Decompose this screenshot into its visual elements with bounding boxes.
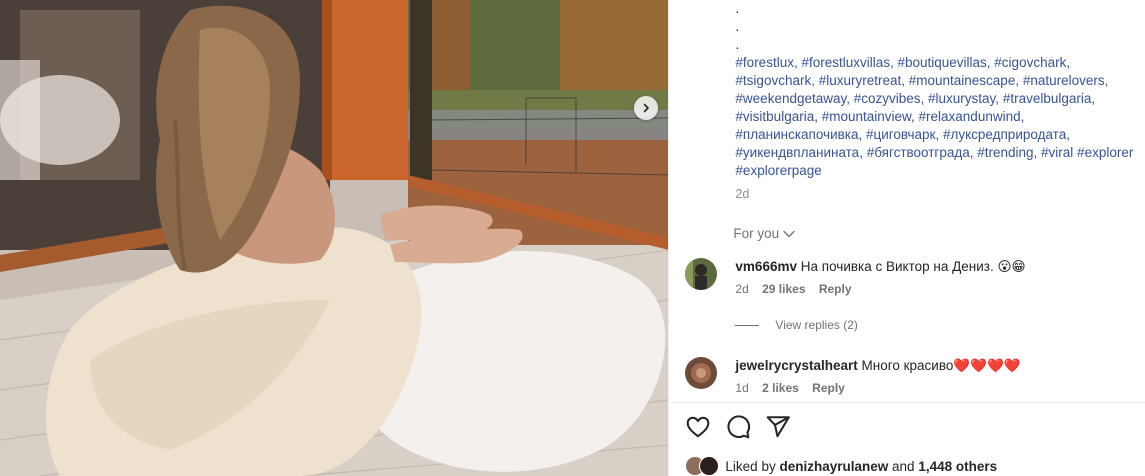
comment-body: jewelrycrystalheart Много красиво❤️❤️❤️❤…: [735, 357, 1020, 375]
comment-username[interactable]: vm666mv: [735, 259, 797, 274]
avatar: [699, 456, 720, 476]
for-you-label: For you: [733, 226, 780, 241]
liked-by-username[interactable]: denizhayrulanew: [779, 459, 888, 474]
hashtag-line[interactable]: #уикендвпланината, #бягствоотграда, #tre…: [735, 144, 1145, 162]
replies-divider: [735, 324, 760, 326]
liker-avatars: [685, 456, 721, 476]
comment-icon[interactable]: [725, 414, 751, 440]
post-details-panel: . . . #forestlux, #forestluxvillas, #bou…: [668, 0, 1145, 476]
comment-username[interactable]: jewelrycrystalheart: [735, 358, 857, 373]
hashtag-line[interactable]: #forestlux, #forestluxvillas, #boutiquev…: [735, 54, 1145, 72]
chevron-right-icon: [643, 103, 649, 113]
hashtag-line[interactable]: #tsigovchark, #luxuryretreat, #mountaine…: [735, 72, 1145, 90]
comment-text: На почивка с Виктор на Дениз. 😮😁: [800, 259, 1026, 274]
comment-time: 2d: [735, 282, 749, 296]
liked-by-summary: Liked by denizhayrulanew and 1,448 other…: [685, 456, 997, 476]
share-icon[interactable]: [765, 414, 791, 440]
post-caption: . . . #forestlux, #forestluxvillas, #bou…: [735, 0, 1145, 180]
comment-meta: 1d 2 likes Reply: [735, 381, 854, 395]
caption-dot: .: [735, 37, 740, 52]
hashtag-line[interactable]: #планинскапочивка, #циговчарк, #луксредп…: [735, 126, 1145, 144]
hashtag-list: #forestlux, #forestluxvillas, #boutiquev…: [735, 54, 1145, 180]
view-replies-label: View replies (2): [775, 318, 858, 332]
heart-icon[interactable]: [685, 414, 711, 440]
liked-by-label: Liked by: [725, 458, 776, 474]
next-photo-button[interactable]: [634, 96, 658, 120]
reply-button[interactable]: Reply: [812, 381, 845, 395]
caption-dot: .: [735, 19, 740, 34]
hashtag-line[interactable]: #visitbulgaria, #mountainview, #relaxand…: [735, 108, 1145, 126]
for-you-sort-dropdown[interactable]: For you: [733, 226, 795, 241]
comment-likes[interactable]: 2 likes: [762, 381, 799, 395]
chevron-down-icon: [783, 230, 795, 237]
instagram-post-view: . . . #forestlux, #forestluxvillas, #bou…: [0, 0, 1145, 476]
view-replies-button[interactable]: View replies (2): [735, 318, 858, 332]
liked-and-label: and: [892, 458, 915, 474]
post-photo: [0, 0, 669, 476]
post-actions-bar: [685, 414, 1145, 442]
avatar[interactable]: [685, 357, 718, 389]
hashtag-line[interactable]: #weekendgetaway, #cozyvibes, #luxurystay…: [735, 90, 1145, 108]
post-image: [0, 0, 669, 476]
hashtag-line[interactable]: #explorerpage: [735, 162, 1145, 180]
reply-button[interactable]: Reply: [819, 282, 852, 296]
comment-likes[interactable]: 29 likes: [762, 282, 805, 296]
liked-others-count[interactable]: 1,448 others: [918, 459, 997, 474]
caption-dot: .: [735, 1, 740, 16]
comment-body: vm666mv На почивка с Виктор на Дениз. 😮😁: [735, 258, 1025, 276]
comment-time: 1d: [735, 381, 749, 395]
comment-meta: 2d 29 likes Reply: [735, 282, 861, 296]
actions-divider: [669, 402, 1145, 403]
comment-text: Много красиво❤️❤️❤️❤️: [861, 358, 1021, 373]
avatar[interactable]: [685, 258, 718, 290]
post-timestamp: 2d: [735, 187, 750, 201]
